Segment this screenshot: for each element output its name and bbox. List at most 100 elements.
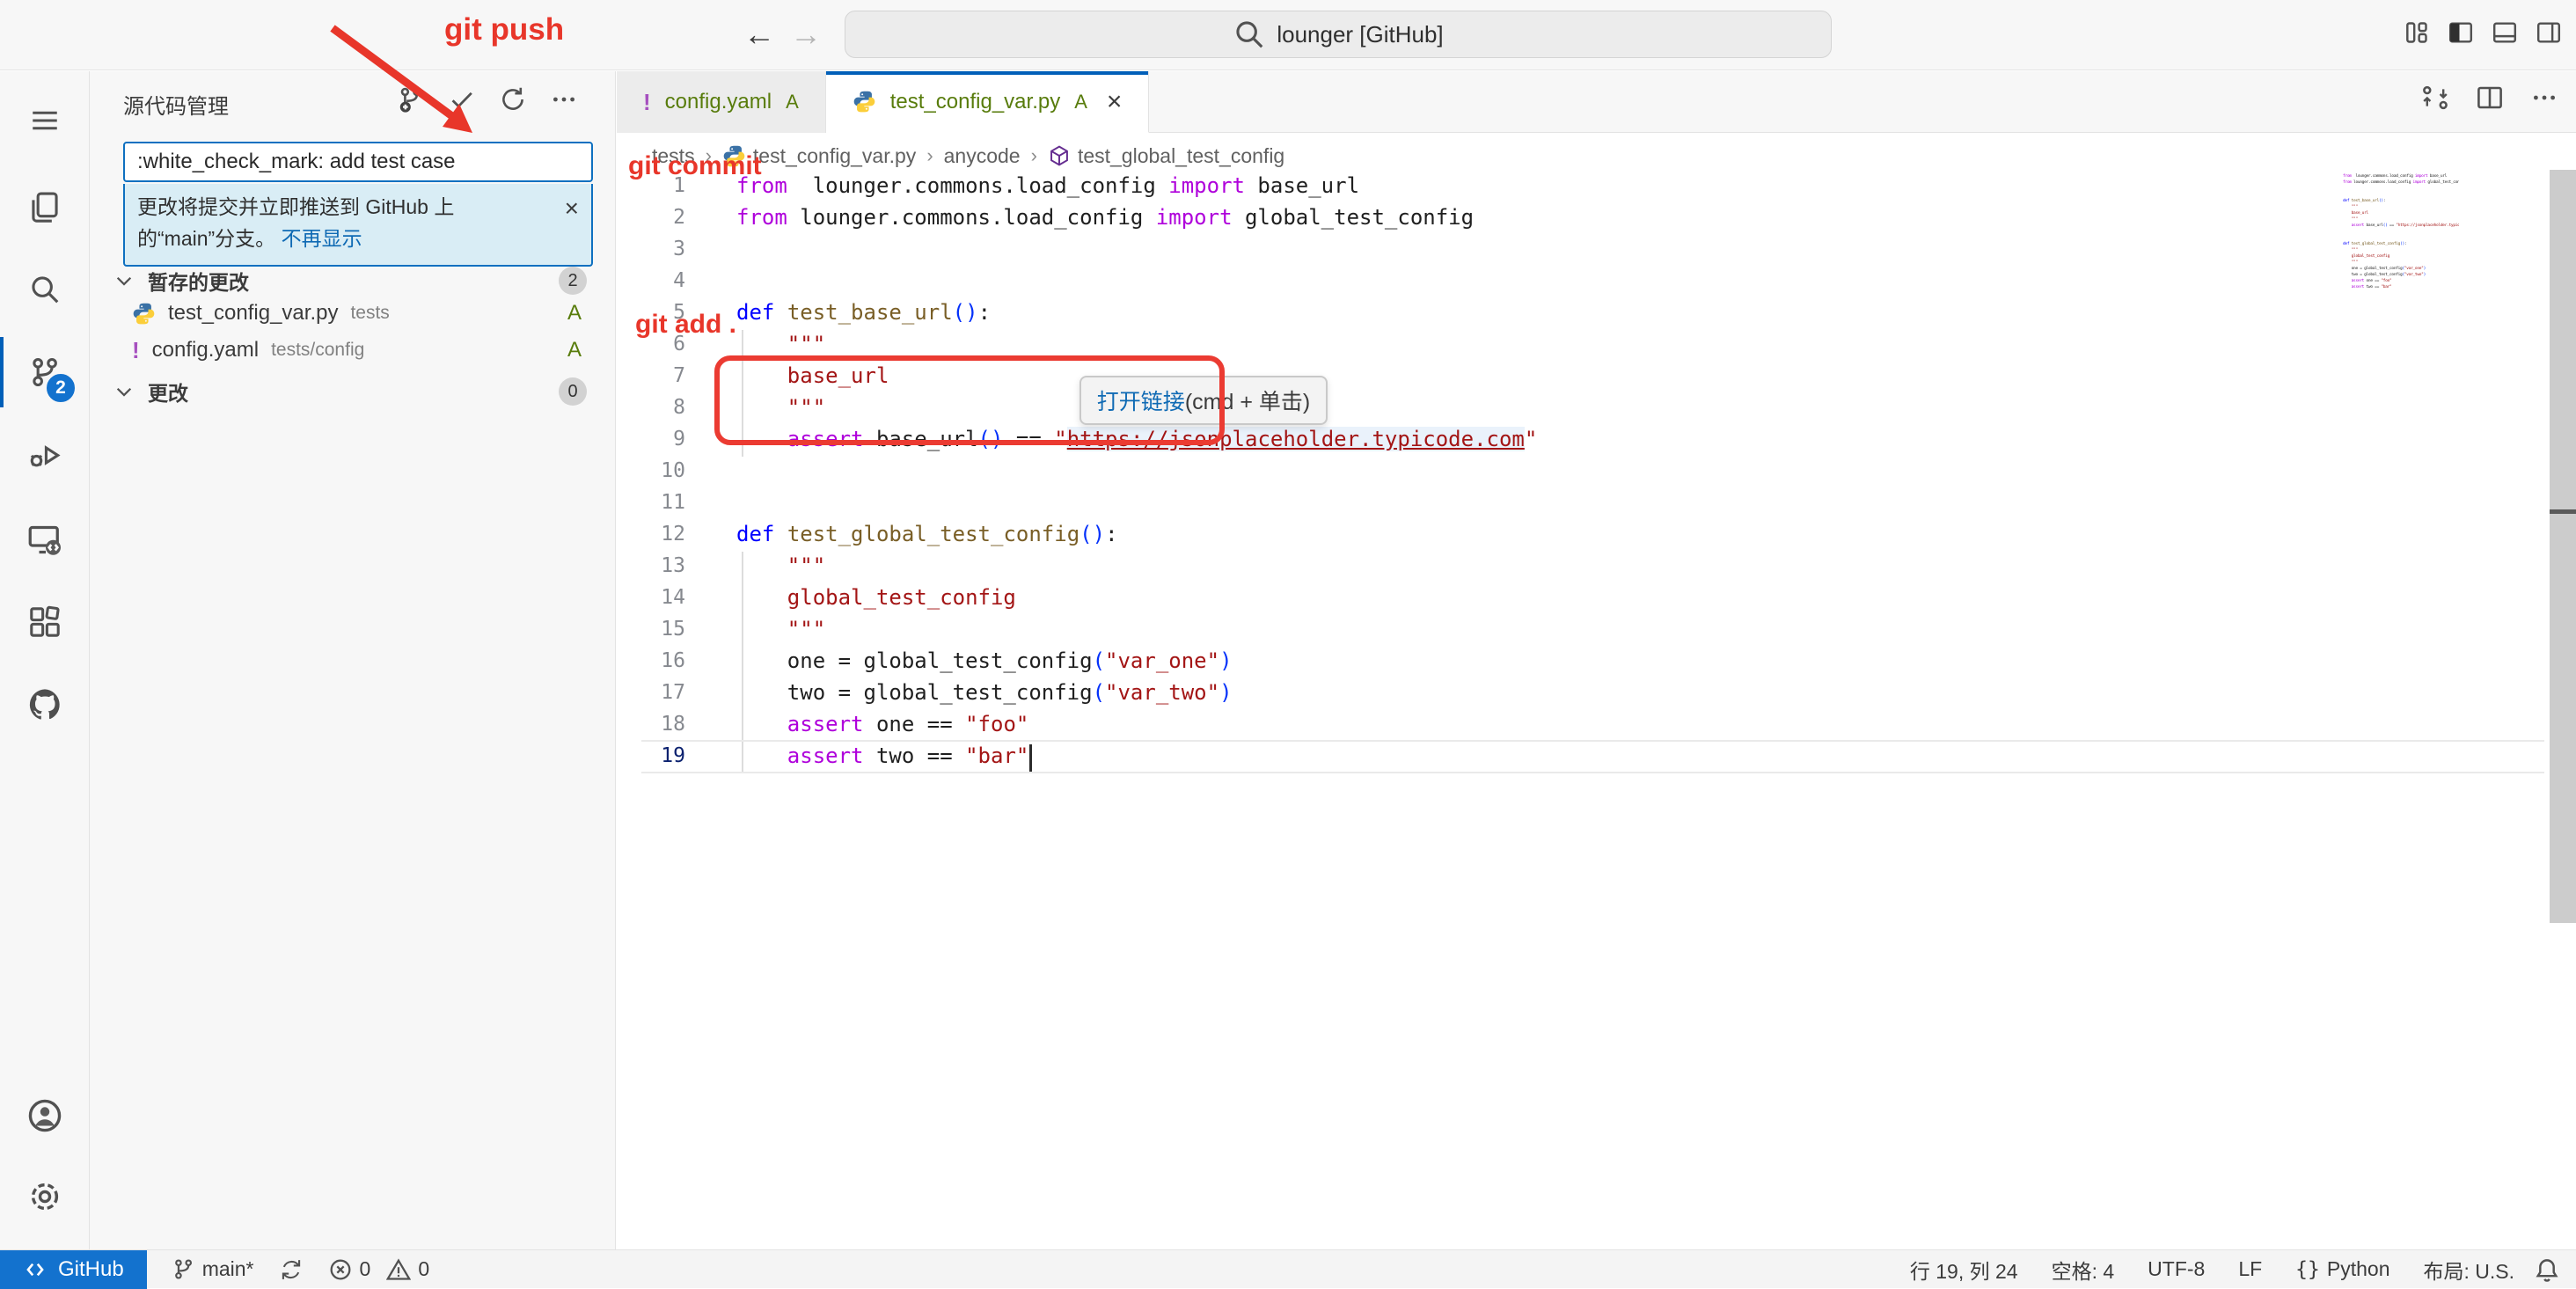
settings-gear-icon[interactable] (0, 1156, 89, 1237)
code-editor[interactable]: 1from lounger.commons.load_config import… (617, 170, 2576, 1249)
menu-icon[interactable] (0, 80, 89, 161)
git-branch-icon (172, 1257, 195, 1281)
commit-check-icon[interactable] (448, 85, 476, 114)
code-line-2[interactable]: 2from lounger.commons.load_config import… (617, 201, 2576, 233)
breadcrumb-item[interactable]: anycode (944, 144, 1021, 168)
create-branch-icon[interactable] (397, 85, 425, 114)
staged-file-row[interactable]: ! config.yaml tests/config A (90, 332, 615, 369)
code-line-13[interactable]: 13 """ (617, 550, 2576, 582)
status-item-Python[interactable]: {}Python (2295, 1257, 2389, 1281)
branch-indicator[interactable]: main* (172, 1257, 254, 1281)
line-number: 12 (617, 518, 685, 550)
commit-message-input[interactable] (123, 142, 593, 182)
tab-bar: ! config.yaml A test_config_var.py A× (617, 71, 2576, 133)
status-item-行 19, 列 24[interactable]: 行 19, 列 24 (1910, 1255, 2018, 1285)
editor-group: ! config.yaml A test_config_var.py A× te… (617, 71, 2576, 1249)
problems-indicator[interactable]: 0 0 (328, 1257, 430, 1282)
line-number: 4 (617, 265, 685, 297)
close-tab-icon[interactable]: × (1107, 87, 1123, 117)
file-path: tests/config (271, 340, 364, 361)
navigate-back-icon[interactable]: ← (743, 16, 775, 53)
staged-count-badge: 2 (559, 267, 587, 295)
remote-label: GitHub (58, 1257, 124, 1282)
toggle-primary-sidebar-icon[interactable] (2448, 19, 2474, 46)
navigate-forward-icon[interactable]: → (790, 16, 822, 53)
notice-close-icon[interactable]: × (565, 193, 579, 224)
notifications-bell-icon[interactable] (2534, 1257, 2560, 1284)
code-line-16[interactable]: 16 one = global_test_config("var_one") (617, 645, 2576, 677)
run-debug-icon[interactable] (0, 414, 89, 495)
code-line-15[interactable]: 15 """ (617, 613, 2576, 645)
split-editor-icon[interactable] (2476, 84, 2504, 112)
code-line-5[interactable]: 5def test_base_url(): (617, 297, 2576, 328)
status-item-UTF-8[interactable]: UTF-8 (2148, 1257, 2205, 1281)
breadcrumb-separator: › (1031, 144, 1037, 167)
explorer-icon[interactable] (0, 166, 89, 247)
sidebar-header: 源代码管理 (90, 71, 615, 131)
open-changes-icon[interactable] (2421, 84, 2449, 112)
changes-section[interactable]: 更改 0 (90, 377, 615, 406)
code-line-18[interactable]: 18 assert one == "foo" (617, 708, 2576, 740)
breadcrumb[interactable]: tests›test_config_var.py›anycode›test_gl… (652, 140, 1284, 172)
sync-icon (279, 1257, 304, 1282)
notice-line2: 的“main”分支。 (137, 227, 275, 250)
editor-tab-config.yaml[interactable]: ! config.yaml A (617, 71, 826, 133)
code-line-11[interactable]: 11 (617, 487, 2576, 518)
extensions-icon[interactable] (0, 582, 89, 663)
staged-changes-label: 暂存的更改 (148, 266, 249, 296)
code-line-8[interactable]: 8 """ (617, 392, 2576, 423)
customize-layout-icon[interactable] (2404, 19, 2430, 46)
line-number: 18 (617, 708, 685, 740)
line-number: 16 (617, 645, 685, 677)
git-status-added: A (567, 301, 582, 326)
editor-scrollbar[interactable] (2550, 170, 2576, 923)
source-control-icon[interactable]: 2 (0, 332, 89, 413)
status-item-LF[interactable]: LF (2238, 1257, 2262, 1281)
staged-changes-section[interactable]: 暂存的更改 2 (90, 267, 615, 295)
sidebar-title: 源代码管理 (123, 89, 229, 120)
breadcrumb-item[interactable]: test_global_test_config (1048, 144, 1284, 168)
remote-indicator[interactable]: GitHub (0, 1250, 147, 1289)
account-icon[interactable] (0, 1075, 89, 1156)
status-item-布局: U.S.[interactable]: 布局: U.S. (2423, 1255, 2514, 1285)
code-line-14[interactable]: 14 global_test_config (617, 582, 2576, 613)
error-icon (328, 1257, 353, 1282)
scm-badge: 2 (45, 372, 77, 404)
editor-tab-test_config_var.py[interactable]: test_config_var.py A× (826, 71, 1150, 133)
remote-explorer-icon[interactable] (0, 499, 89, 580)
code-line-1[interactable]: 1from lounger.commons.load_config import… (617, 170, 2576, 201)
code-line-7[interactable]: 7 base_url (617, 360, 2576, 392)
command-center-search[interactable]: lounger [GitHub] (845, 11, 1832, 58)
status-item-空格: 4[interactable]: 空格: 4 (2052, 1255, 2115, 1285)
yaml-exclamation-icon: ! (643, 89, 651, 116)
code-line-6[interactable]: 6 """ (617, 328, 2576, 360)
github-icon[interactable] (0, 664, 89, 745)
line-number: 11 (617, 487, 685, 518)
search-view-icon[interactable] (0, 249, 89, 330)
code-line-9[interactable]: 9 assert base_url() == "https://jsonplac… (617, 423, 2576, 455)
minimap[interactable]: from lounger.commons.load_config import … (2343, 173, 2459, 290)
dont-show-again-link[interactable]: 不再显示 (282, 227, 362, 250)
code-line-17[interactable]: 17 two = global_test_config("var_two") (617, 677, 2576, 708)
more-actions-icon[interactable] (550, 85, 578, 114)
git-status-added: A (567, 338, 582, 363)
breadcrumb-item[interactable]: test_config_var.py (722, 144, 916, 168)
refresh-icon[interactable] (499, 85, 527, 114)
code-line-4[interactable]: 4 (617, 265, 2576, 297)
more-actions-icon[interactable] (2530, 84, 2558, 112)
code-line-3[interactable]: 3 (617, 233, 2576, 265)
code-line-19[interactable]: 19 assert two == "bar" (617, 740, 2576, 772)
code-line-10[interactable]: 10 (617, 455, 2576, 487)
url-link[interactable]: https://jsonplaceholder.typicode.com (1067, 427, 1525, 451)
title-bar: ← → lounger [GitHub] (0, 0, 2576, 70)
line-number: 10 (617, 455, 685, 487)
toggle-secondary-sidebar-icon[interactable] (2536, 19, 2562, 46)
toggle-panel-icon[interactable] (2492, 19, 2518, 46)
open-link-text[interactable]: 打开链接 (1097, 385, 1185, 416)
line-number: 2 (617, 201, 685, 233)
sync-button[interactable] (279, 1257, 304, 1282)
staged-file-row[interactable]: test_config_var.py tests A (90, 295, 615, 332)
breadcrumb-item[interactable]: tests (652, 144, 695, 168)
code-line-12[interactable]: 12def test_global_test_config(): (617, 518, 2576, 550)
yaml-exclamation-icon: ! (132, 337, 140, 364)
